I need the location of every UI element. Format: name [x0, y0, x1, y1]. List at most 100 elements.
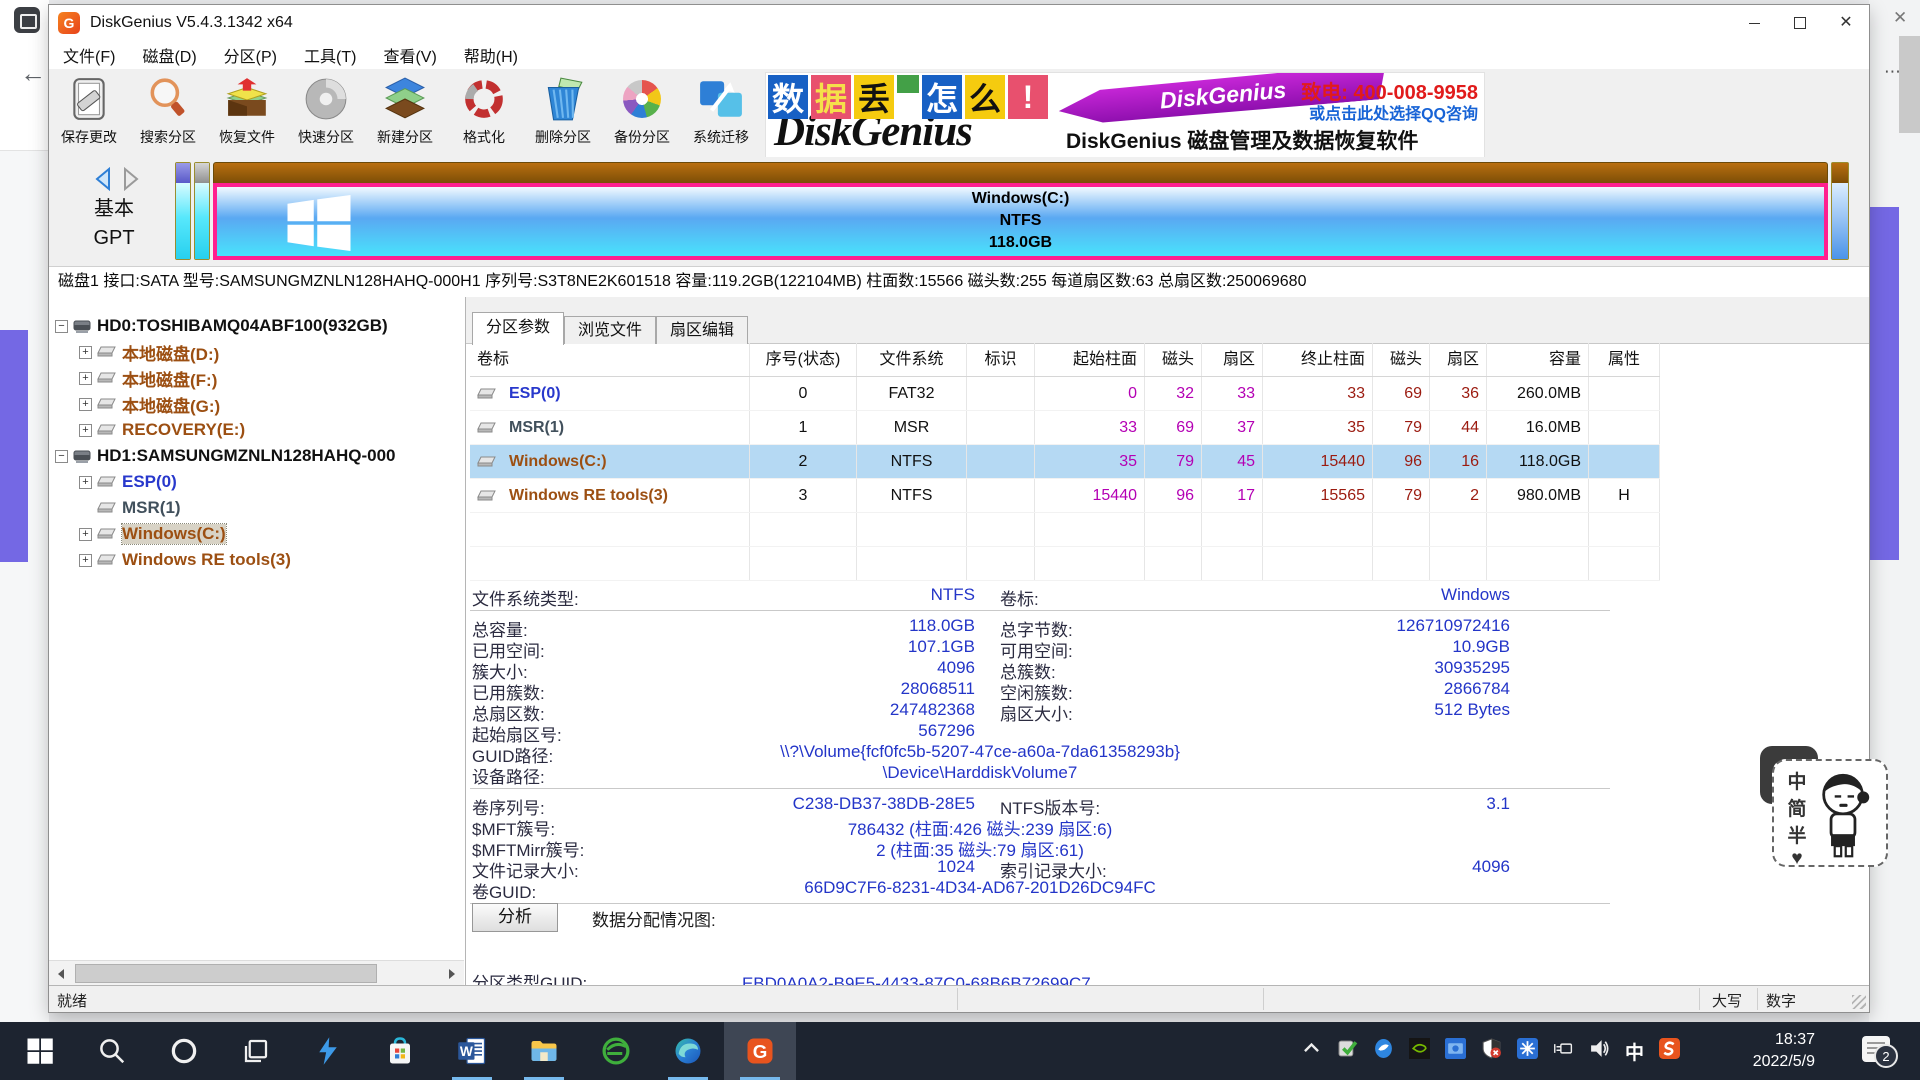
tree-item-recovery-e[interactable]: +RECOVERY(E:) [49, 417, 465, 443]
taskbar-store-button[interactable] [364, 1022, 436, 1080]
tab-browse-files[interactable]: 浏览文件 [564, 316, 656, 344]
tray-sogou-button[interactable] [1659, 1038, 1680, 1064]
analyze-button[interactable]: 分析 [472, 903, 558, 932]
column-header-6[interactable]: 扇区 [1202, 343, 1263, 376]
taskbar-flash-app-button[interactable] [292, 1022, 364, 1080]
background-scrollbar[interactable] [1899, 36, 1920, 133]
tray-security-shield-button[interactable] [1481, 1038, 1502, 1064]
table-row-windows-re[interactable]: Windows RE tools(3)3NTFS1544096171556579… [470, 479, 1660, 513]
resize-grip[interactable] [1852, 995, 1866, 1009]
tree-item-local-f[interactable]: +本地磁盘(F:) [49, 365, 465, 391]
expand-plus-icon[interactable]: + [79, 476, 92, 489]
expand-plus-icon[interactable]: + [79, 398, 92, 411]
column-header-3[interactable]: 标识 [967, 343, 1035, 376]
tree-horizontal-scrollbar[interactable] [49, 960, 464, 986]
toolbar-backup-partition-button[interactable]: 备份分区 [606, 73, 678, 147]
expand-plus-icon[interactable]: + [79, 372, 92, 385]
tray-power-plug-button[interactable] [1553, 1038, 1574, 1064]
taskbar-explorer-button[interactable] [508, 1022, 580, 1080]
disk-layout-bar: Windows(C:) NTFS 118.0GB [175, 162, 1849, 260]
tree-item-windows-re[interactable]: +Windows RE tools(3) [49, 547, 465, 573]
tab-sector-edit[interactable]: 扇区编辑 [656, 316, 748, 344]
toolbar-quick-partition-button[interactable]: 快速分区 [290, 73, 362, 147]
menu-tools[interactable]: 工具(T) [304, 43, 356, 67]
notification-center-icon[interactable]: 2 [1862, 1036, 1890, 1062]
tray-bird-app-button[interactable] [1373, 1038, 1394, 1064]
column-header-2[interactable]: 文件系统 [857, 343, 967, 376]
expand-plus-icon[interactable]: + [79, 528, 92, 541]
next-disk-arrow-icon[interactable] [121, 167, 141, 191]
expand-plus-icon[interactable]: + [79, 424, 92, 437]
table-row-msr[interactable]: MSR(1)1MSR33693735794416.0MB [470, 411, 1660, 445]
tree-item-msr[interactable]: MSR(1) [49, 495, 465, 521]
column-header-8[interactable]: 磁头 [1373, 343, 1430, 376]
tray-safety-check-button[interactable] [1337, 1038, 1358, 1064]
tray-chevron-up-button[interactable] [1301, 1038, 1322, 1064]
toolbar-search-partition-button[interactable]: 搜索分区 [132, 73, 204, 147]
background-close-icon[interactable]: ✕ [1893, 8, 1907, 28]
tray-volume-button[interactable] [1589, 1038, 1610, 1064]
column-header-11[interactable]: 属性 [1589, 343, 1660, 376]
expand-minus-icon[interactable]: − [55, 450, 68, 463]
minimize-button[interactable] [1731, 5, 1777, 41]
expand-plus-icon[interactable]: + [79, 346, 92, 359]
toolbar-recover-files-button[interactable]: 恢复文件 [211, 73, 283, 147]
tray-input-lang-indicator[interactable]: 中 [1625, 1038, 1644, 1065]
maximize-button[interactable] [1777, 5, 1823, 41]
tree-item-esp[interactable]: +ESP(0) [49, 469, 465, 495]
table-row-windows-c[interactable]: Windows(C:)2NTFS357945154409616118.0GB [470, 445, 1660, 479]
taskbar-ie-browser-button[interactable] [580, 1022, 652, 1080]
ad-banner[interactable]: DiskGenius DiskGenius 磁盘管理及数据恢复软件 数据丢怎么!… [765, 72, 1485, 158]
taskbar-task-view-button[interactable] [220, 1022, 292, 1080]
toolbar-save-changes-button[interactable]: 保存更改 [53, 73, 125, 147]
expand-plus-icon[interactable]: + [79, 554, 92, 567]
menu-view[interactable]: 查看(V) [383, 43, 436, 67]
toolbar-system-migrate-button[interactable]: 系统迁移 [685, 73, 757, 147]
menu-disk[interactable]: 磁盘(D) [142, 43, 196, 67]
column-header-4[interactable]: 起始柱面 [1035, 343, 1145, 376]
taskbar-edge-button[interactable] [652, 1022, 724, 1080]
toolbar-delete-partition-button[interactable]: 删除分区 [527, 73, 599, 147]
partition-block-windows-c[interactable]: Windows(C:) NTFS 118.0GB [213, 162, 1828, 260]
tree-item-hd1[interactable]: −HD1:SAMSUNGMZNLN128HAHQ-000 [49, 443, 465, 469]
tray-nvidia-button[interactable] [1409, 1038, 1430, 1064]
tree-item-local-d[interactable]: +本地磁盘(D:) [49, 339, 465, 365]
column-header-5[interactable]: 磁头 [1145, 343, 1202, 376]
scrollbar-thumb[interactable] [75, 964, 377, 983]
tree-item-hd0[interactable]: −HD0:TOSHIBAMQ04ABF100(932GB) [49, 313, 465, 339]
column-header-7[interactable]: 终止柱面 [1263, 343, 1373, 376]
expand-minus-icon[interactable]: − [55, 320, 68, 333]
toolbar-new-partition-button[interactable]: 新建分区 [369, 73, 441, 147]
menu-partition[interactable]: 分区(P) [224, 43, 277, 67]
tree-item-windows-c[interactable]: +Windows(C:) [49, 521, 465, 547]
taskbar-start-button[interactable] [4, 1022, 76, 1080]
tray-snowflake-button[interactable] [1517, 1038, 1538, 1064]
background-window-icon[interactable] [14, 7, 40, 33]
taskbar-cortana-button[interactable] [148, 1022, 220, 1080]
menu-file[interactable]: 文件(F) [63, 43, 115, 67]
partition-block-msr[interactable] [194, 162, 210, 260]
tab-partition-params[interactable]: 分区参数 [472, 312, 564, 345]
scroll-right-arrow-icon[interactable] [440, 961, 464, 986]
column-header-0[interactable]: 卷标 [470, 343, 750, 376]
taskbar-diskgenius-button[interactable]: G [724, 1022, 796, 1080]
banner-qq-link[interactable]: 或点击此处选择QQ咨询 [1228, 100, 1478, 124]
column-header-10[interactable]: 容量 [1487, 343, 1589, 376]
partition-block-esp[interactable] [175, 162, 191, 260]
tray-intel-graphics-button[interactable] [1445, 1038, 1466, 1064]
taskbar-word-button[interactable]: W [436, 1022, 508, 1080]
toolbar-format-button[interactable]: 格式化 [448, 73, 520, 147]
back-arrow-icon[interactable]: ← [20, 58, 46, 89]
menu-help[interactable]: 帮助(H) [464, 43, 518, 67]
taskbar-search-button[interactable] [76, 1022, 148, 1080]
column-header-9[interactable]: 扇区 [1430, 343, 1487, 376]
partition-block-windows-re[interactable] [1831, 162, 1849, 260]
sogou-input-panel[interactable]: 中简半♥ [1772, 759, 1888, 867]
scroll-left-arrow-icon[interactable] [49, 961, 73, 986]
prev-disk-arrow-icon[interactable] [93, 167, 113, 191]
close-button[interactable]: ✕ [1823, 5, 1869, 41]
tree-item-local-g[interactable]: +本地磁盘(G:) [49, 391, 465, 417]
column-header-1[interactable]: 序号(状态) [750, 343, 857, 376]
table-row-esp[interactable]: ESP(0)0FAT3203233336936260.0MB [470, 377, 1660, 411]
taskbar-clock[interactable]: 18:37 2022/5/9 [1725, 1029, 1815, 1073]
